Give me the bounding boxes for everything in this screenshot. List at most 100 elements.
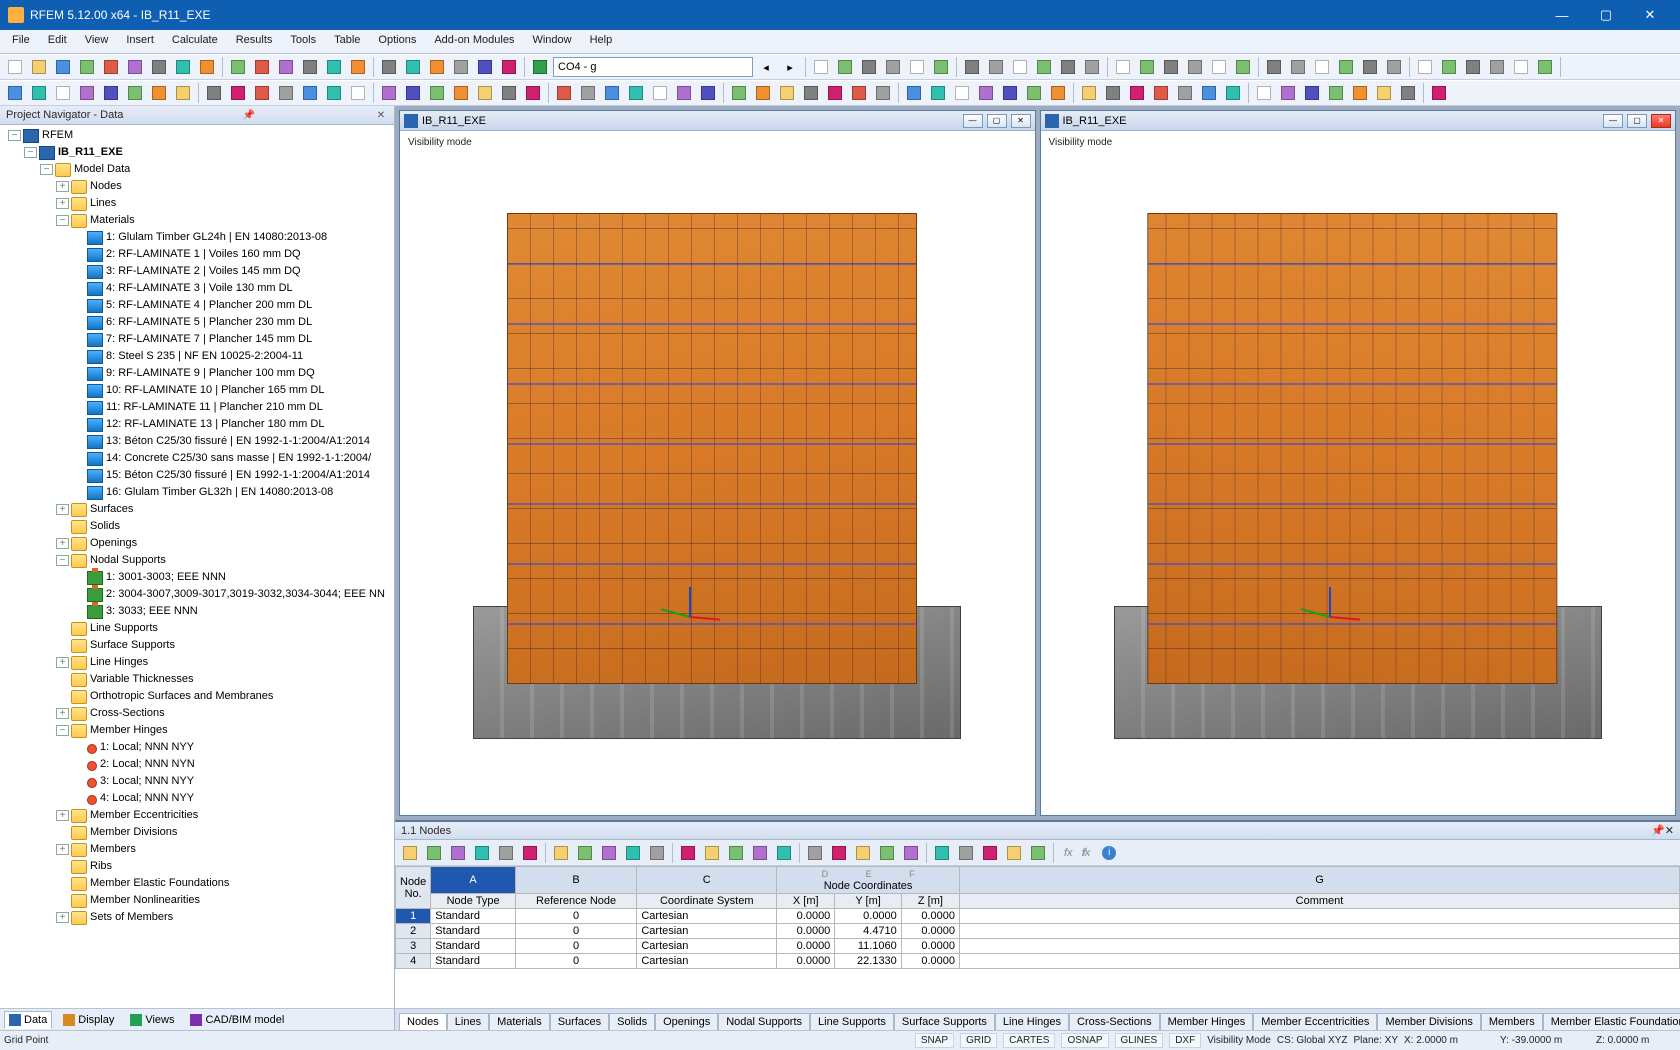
toolbar-button[interactable] xyxy=(1462,56,1484,78)
menu-edit[interactable]: Edit xyxy=(40,30,75,53)
view-canvas-2[interactable]: Visibility mode xyxy=(1041,131,1676,815)
toolbar-button[interactable] xyxy=(900,842,922,864)
toolbar-button[interactable] xyxy=(172,82,194,104)
toolbar-button[interactable] xyxy=(601,82,623,104)
table-tab[interactable]: Member Eccentricities xyxy=(1253,1013,1377,1030)
tree-row[interactable]: −IB_R11_EXE xyxy=(4,144,390,161)
view-minimize-1[interactable]: — xyxy=(963,114,983,128)
tree-row[interactable]: −Model Data xyxy=(4,161,390,178)
toolbar-button[interactable] xyxy=(930,56,952,78)
tree-row[interactable]: 1: Local; NNN NYY xyxy=(4,739,390,756)
toolbar-button[interactable] xyxy=(1023,82,1045,104)
toolbar-button[interactable] xyxy=(1222,82,1244,104)
toolbar-button[interactable] xyxy=(773,842,795,864)
toolbar-button[interactable] xyxy=(876,842,898,864)
table-row[interactable]: 2Standard0Cartesian0.00004.47100.0000 xyxy=(396,924,1680,939)
col-letter-b[interactable]: B xyxy=(515,867,637,894)
toolbar-button[interactable] xyxy=(1208,56,1230,78)
toolbar-button[interactable] xyxy=(673,82,695,104)
tree-row[interactable]: 9: RF-LAMINATE 9 | Plancher 100 mm DQ xyxy=(4,365,390,382)
toolbar-button[interactable] xyxy=(498,56,520,78)
menu-tools[interactable]: Tools xyxy=(282,30,324,53)
col-node-type[interactable]: Node Type xyxy=(431,894,516,909)
tree-row[interactable]: 4: Local; NNN NYY xyxy=(4,790,390,807)
table-tab[interactable]: Line Hinges xyxy=(995,1013,1069,1030)
toolbar-button[interactable] xyxy=(323,82,345,104)
tree-row[interactable]: 13: Béton C25/30 fissuré | EN 1992-1-1:2… xyxy=(4,433,390,450)
toolbar-button[interactable] xyxy=(1102,82,1124,104)
toolbar-button[interactable] xyxy=(1027,842,1049,864)
col-comment[interactable]: Comment xyxy=(960,894,1680,909)
toolbar-button[interactable] xyxy=(927,82,949,104)
tree-twisty[interactable]: + xyxy=(56,198,69,209)
toolbar-button[interactable] xyxy=(1057,56,1079,78)
menu-window[interactable]: Window xyxy=(524,30,579,53)
loadcase-combo[interactable] xyxy=(553,57,753,77)
tree-twisty[interactable]: − xyxy=(56,555,69,566)
tree-row[interactable]: 1: 3001-3003; EEE NNN xyxy=(4,569,390,586)
view-maximize-2[interactable]: ▢ xyxy=(1627,114,1647,128)
toolbar-button[interactable] xyxy=(4,82,26,104)
toolbar-button[interactable] xyxy=(749,842,771,864)
toolbar-button[interactable] xyxy=(1428,82,1450,104)
toolbar-button[interactable] xyxy=(399,842,421,864)
nav-tab-cad[interactable]: CAD/BIM model xyxy=(185,1011,289,1029)
toolbar-button[interactable] xyxy=(1184,56,1206,78)
row-number[interactable]: 2 xyxy=(396,924,431,939)
col-letter-g[interactable]: G xyxy=(960,867,1680,894)
table-tab[interactable]: Line Supports xyxy=(810,1013,894,1030)
toolbar-button[interactable] xyxy=(1397,82,1419,104)
toolbar-button[interactable] xyxy=(1359,56,1381,78)
tree-row[interactable]: 1: Glulam Timber GL24h | EN 14080:2013-0… xyxy=(4,229,390,246)
toolbar-button[interactable] xyxy=(498,82,520,104)
loadcase-next[interactable]: ▸ xyxy=(779,56,801,78)
tree-row[interactable]: 11: RF-LAMINATE 11 | Plancher 210 mm DL xyxy=(4,399,390,416)
view-canvas-1[interactable]: Visibility mode xyxy=(400,131,1035,815)
menu-file[interactable]: File xyxy=(4,30,38,53)
col-letter-c[interactable]: C xyxy=(637,867,777,894)
tree-twisty[interactable]: + xyxy=(56,810,69,821)
table-tab[interactable]: Members xyxy=(1481,1013,1543,1030)
toolbar-button[interactable] xyxy=(1047,82,1069,104)
table-tab[interactable]: Nodal Supports xyxy=(718,1013,810,1030)
toolbar-button[interactable] xyxy=(677,842,699,864)
toolbar-button[interactable] xyxy=(1126,82,1148,104)
tree-row[interactable]: −Nodal Supports xyxy=(4,552,390,569)
table-pin-icon[interactable]: 📌 xyxy=(1651,824,1665,837)
tree-row[interactable]: +Members xyxy=(4,841,390,858)
col-z[interactable]: Z [m] xyxy=(901,894,959,909)
tree-row[interactable]: Orthotropic Surfaces and Membranes xyxy=(4,688,390,705)
tree-twisty[interactable]: + xyxy=(56,538,69,549)
toolbar-button[interactable] xyxy=(474,56,496,78)
tree-row[interactable]: Member Nonlinearities xyxy=(4,892,390,909)
menu-table[interactable]: Table xyxy=(326,30,368,53)
table-close-icon[interactable]: ✕ xyxy=(1665,824,1674,837)
tree-row[interactable]: 7: RF-LAMINATE 7 | Plancher 145 mm DL xyxy=(4,331,390,348)
toolbar-button[interactable] xyxy=(824,82,846,104)
toolbar-button[interactable] xyxy=(931,842,953,864)
toolbar-button[interactable] xyxy=(701,842,723,864)
toolbar-button[interactable] xyxy=(1301,82,1323,104)
toolbar-button[interactable] xyxy=(725,842,747,864)
col-x[interactable]: X [m] xyxy=(777,894,835,909)
toolbar-button[interactable] xyxy=(172,56,194,78)
toolbar-button[interactable] xyxy=(28,56,50,78)
tree-row[interactable]: Member Divisions xyxy=(4,824,390,841)
toolbar-button[interactable] xyxy=(1287,56,1309,78)
toolbar-button[interactable] xyxy=(1253,82,1275,104)
toolbar-button[interactable] xyxy=(1534,56,1556,78)
table-tab[interactable]: Solids xyxy=(609,1013,655,1030)
table-help-icon[interactable]: i xyxy=(1098,842,1120,864)
table-tab[interactable]: Surfaces xyxy=(550,1013,609,1030)
view-close-1[interactable]: ✕ xyxy=(1011,114,1031,128)
close-button[interactable]: ✕ xyxy=(1628,0,1672,30)
tree-twisty[interactable]: − xyxy=(24,147,37,158)
nav-tab-data[interactable]: Data xyxy=(4,1011,52,1029)
toolbar-button[interactable] xyxy=(625,82,647,104)
row-number[interactable]: 1 xyxy=(396,909,431,924)
toolbar-button[interactable] xyxy=(622,842,644,864)
table-tab[interactable]: Surface Supports xyxy=(894,1013,995,1030)
toolbar-button[interactable] xyxy=(852,842,874,864)
toolbar-button[interactable] xyxy=(553,82,575,104)
toolbar-button[interactable] xyxy=(347,82,369,104)
